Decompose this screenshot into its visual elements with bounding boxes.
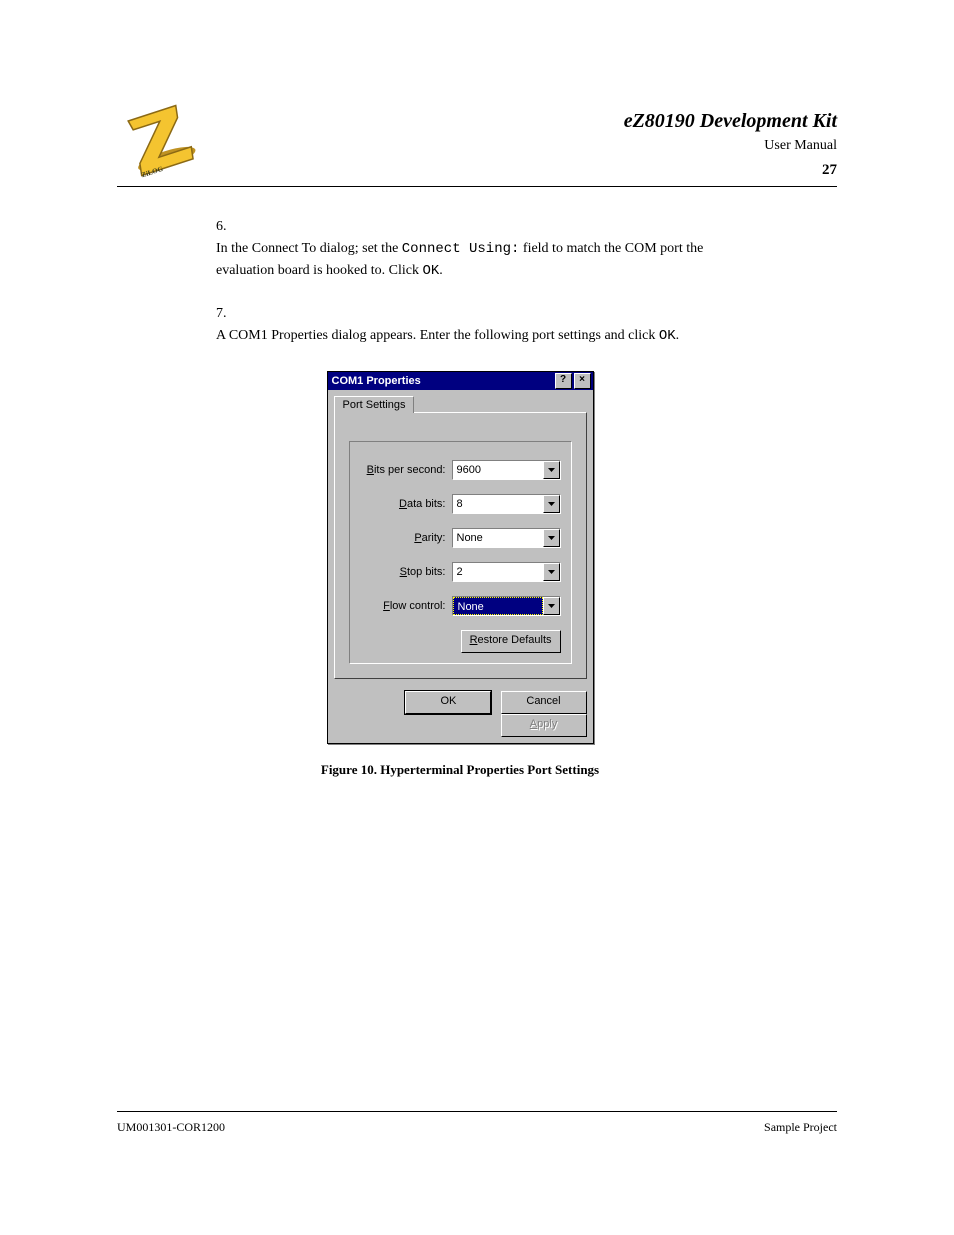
select-value: None bbox=[453, 529, 543, 547]
field-bits-per-second: Bits per second: 9600 bbox=[360, 460, 561, 480]
chevron-down-icon[interactable] bbox=[543, 461, 560, 479]
tab-port-settings[interactable]: Port Settings bbox=[334, 396, 415, 413]
cancel-button[interactable]: Cancel bbox=[501, 691, 587, 714]
ok-button[interactable]: OK bbox=[405, 691, 491, 714]
step-num: 7. bbox=[216, 303, 242, 325]
step-text: In the Connect To dialog; set the Connec… bbox=[216, 238, 738, 283]
title-bar[interactable]: COM1 Properties ? × bbox=[328, 372, 593, 390]
step-num: 6. bbox=[216, 216, 242, 238]
body-content: 6. In the Connect To dialog; set the Con… bbox=[216, 216, 764, 778]
field-label: Bits per second: bbox=[360, 464, 452, 476]
select-value: None bbox=[453, 597, 543, 615]
flow-control-select[interactable]: None bbox=[452, 596, 561, 616]
page-number: 27 bbox=[822, 162, 837, 179]
select-value: 9600 bbox=[453, 461, 543, 479]
field-label: Parity: bbox=[360, 532, 452, 544]
apply-button[interactable]: Apply bbox=[501, 714, 587, 737]
select-value: 8 bbox=[453, 495, 543, 513]
step-6: 6. In the Connect To dialog; set the Con… bbox=[216, 216, 764, 283]
field-flow-control: Flow control: None bbox=[360, 596, 561, 616]
chevron-down-icon[interactable] bbox=[543, 597, 560, 615]
footer-left: UM001301-COR1200 bbox=[117, 1120, 225, 1135]
restore-defaults-button[interactable]: Restore Defaults bbox=[461, 630, 561, 653]
footer: UM001301-COR1200 Sample Project bbox=[117, 1111, 837, 1135]
step-7: 7. A COM1 Properties dialog appears. Ent… bbox=[216, 303, 764, 347]
stop-bits-select[interactable]: 2 bbox=[452, 562, 561, 582]
field-data-bits: Data bits: 8 bbox=[360, 494, 561, 514]
doc-title: eZ80190 Development Kit bbox=[624, 110, 837, 133]
doc-subtitle: User Manual bbox=[764, 138, 837, 154]
data-bits-select[interactable]: 8 bbox=[452, 494, 561, 514]
field-label: Flow control: bbox=[360, 600, 452, 612]
step-text: A COM1 Properties dialog appears. Enter … bbox=[216, 325, 738, 348]
parity-select[interactable]: None bbox=[452, 528, 561, 548]
field-label: Stop bits: bbox=[360, 566, 452, 578]
footer-right: Sample Project bbox=[764, 1120, 837, 1135]
figure: COM1 Properties ? × Port Settings Bits p… bbox=[156, 371, 764, 778]
select-value: 2 bbox=[453, 563, 543, 581]
com1-properties-dialog: COM1 Properties ? × Port Settings Bits p… bbox=[327, 371, 594, 744]
field-stop-bits: Stop bits: 2 bbox=[360, 562, 561, 582]
field-parity: Parity: None bbox=[360, 528, 561, 548]
help-icon[interactable]: ? bbox=[555, 373, 572, 389]
chevron-down-icon[interactable] bbox=[543, 495, 560, 513]
zilog-logo: ZiLOG bbox=[117, 98, 203, 178]
close-icon[interactable]: × bbox=[574, 373, 591, 389]
title-bar-text: COM1 Properties bbox=[332, 372, 553, 390]
bits-per-second-select[interactable]: 9600 bbox=[452, 460, 561, 480]
figure-caption: Figure 10. Hyperterminal Properties Port… bbox=[156, 762, 764, 778]
chevron-down-icon[interactable] bbox=[543, 529, 560, 547]
chevron-down-icon[interactable] bbox=[543, 563, 560, 581]
field-label: Data bits: bbox=[360, 498, 452, 510]
